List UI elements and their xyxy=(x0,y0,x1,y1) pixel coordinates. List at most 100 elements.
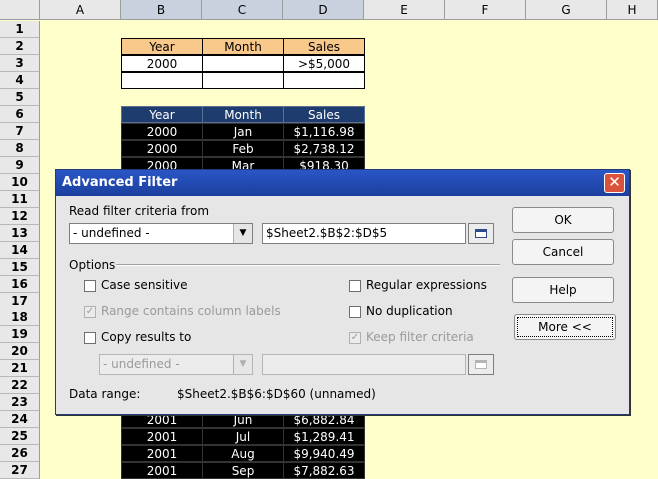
cell-b2[interactable]: Year xyxy=(121,37,203,55)
cell-c6[interactable]: Month xyxy=(202,105,284,123)
row-header-18[interactable]: 18 xyxy=(0,309,40,327)
column-header-d[interactable]: D xyxy=(283,0,364,20)
cell-d4[interactable] xyxy=(283,71,365,89)
data-range-label: Data range: xyxy=(69,387,141,401)
cell-c7[interactable]: Jan xyxy=(202,122,284,140)
chevron-down-icon[interactable]: ▼ xyxy=(233,224,252,243)
dialog-title: Advanced Filter xyxy=(62,175,178,190)
row-header-23[interactable]: 23 xyxy=(0,394,40,412)
keep-criteria-checkbox[interactable]: ✓ xyxy=(349,332,361,344)
copy-target-combo[interactable]: - undefined - ▼ xyxy=(99,354,253,375)
row-header-22[interactable]: 22 xyxy=(0,377,40,395)
column-header-g[interactable]: G xyxy=(526,0,607,20)
keep-criteria-label: Keep filter criteria xyxy=(366,330,474,344)
row-header-11[interactable]: 11 xyxy=(0,190,40,208)
row-header-19[interactable]: 19 xyxy=(0,326,40,344)
cell-d7[interactable]: $1,116.98 xyxy=(283,122,365,140)
cell-d25[interactable]: $1,289.41 xyxy=(283,428,365,446)
regular-expressions-label: Regular expressions xyxy=(366,278,487,292)
row-header-2[interactable]: 2 xyxy=(0,37,40,55)
help-button[interactable]: Help xyxy=(512,277,614,303)
row-header-20[interactable]: 20 xyxy=(0,343,40,361)
ok-button[interactable]: OK xyxy=(512,207,614,233)
shrink-icon xyxy=(475,360,487,369)
cell-b26[interactable]: 2001 xyxy=(121,445,203,463)
data-range-value: $Sheet2.$B$6:$D$60 (unnamed) xyxy=(177,387,376,401)
shrink-source-button[interactable] xyxy=(468,223,494,244)
source-range-input[interactable]: $Sheet2.$B$2:$D$5 xyxy=(262,223,466,244)
row-header-6[interactable]: 6 xyxy=(0,105,40,123)
cancel-button[interactable]: Cancel xyxy=(512,239,614,265)
column-header-a[interactable]: A xyxy=(40,0,121,20)
no-duplication-label: No duplication xyxy=(366,304,453,318)
row-header-14[interactable]: 14 xyxy=(0,241,40,259)
row-header-13[interactable]: 13 xyxy=(0,224,40,242)
chevron-down-icon[interactable]: ▼ xyxy=(233,355,252,374)
cell-d6[interactable]: Sales xyxy=(283,105,365,123)
cell-d8[interactable]: $2,738.12 xyxy=(283,139,365,157)
source-combo[interactable]: - undefined - ▼ xyxy=(69,223,253,244)
row-header-7[interactable]: 7 xyxy=(0,122,40,140)
cell-b6[interactable]: Year xyxy=(121,105,203,123)
row-header-4[interactable]: 4 xyxy=(0,71,40,89)
row-header-9[interactable]: 9 xyxy=(0,156,40,174)
advanced-filter-dialog: Advanced Filter ✕ Read filter criteria f… xyxy=(55,169,630,415)
case-sensitive-label: Case sensitive xyxy=(101,278,188,292)
cell-b3[interactable]: 2000 xyxy=(121,54,203,72)
cell-b27[interactable]: 2001 xyxy=(121,462,203,479)
range-labels-label: Range contains column labels xyxy=(101,304,281,318)
copy-range-input[interactable] xyxy=(262,354,466,375)
cell-d26[interactable]: $9,940.49 xyxy=(283,445,365,463)
column-header-f[interactable]: F xyxy=(445,0,526,20)
more-button[interactable]: More << xyxy=(514,314,616,340)
cell-b7[interactable]: 2000 xyxy=(121,122,203,140)
row-header-3[interactable]: 3 xyxy=(0,54,40,72)
row-header-8[interactable]: 8 xyxy=(0,139,40,157)
read-from-label: Read filter criteria from xyxy=(69,204,210,218)
case-sensitive-checkbox[interactable] xyxy=(84,280,96,292)
row-header-15[interactable]: 15 xyxy=(0,258,40,276)
row-header-27[interactable]: 27 xyxy=(0,462,40,479)
copy-results-label: Copy results to xyxy=(101,330,192,344)
cell-c3[interactable] xyxy=(202,54,284,72)
cell-c4[interactable] xyxy=(202,71,284,89)
column-header-b[interactable]: B xyxy=(121,0,202,20)
cell-d2[interactable]: Sales xyxy=(283,37,365,55)
cell-c25[interactable]: Jul xyxy=(202,428,284,446)
cell-c26[interactable]: Aug xyxy=(202,445,284,463)
copy-results-checkbox[interactable] xyxy=(84,332,96,344)
column-header-e[interactable]: E xyxy=(364,0,445,20)
options-separator xyxy=(116,264,500,266)
column-header-h[interactable]: H xyxy=(607,0,658,20)
cell-c27[interactable]: Sep xyxy=(202,462,284,479)
row-header-16[interactable]: 16 xyxy=(0,275,40,293)
cell-c8[interactable]: Feb xyxy=(202,139,284,157)
row-header-10[interactable]: 10 xyxy=(0,173,40,191)
range-labels-checkbox[interactable]: ✓ xyxy=(84,306,96,318)
cell-b8[interactable]: 2000 xyxy=(121,139,203,157)
row-header-1[interactable]: 1 xyxy=(0,21,40,38)
cell-d3[interactable]: >$5,000 xyxy=(283,54,365,72)
column-header-c[interactable]: C xyxy=(202,0,283,20)
row-header-21[interactable]: 21 xyxy=(0,360,40,378)
source-combo-value: - undefined - xyxy=(73,226,150,240)
cell-b4[interactable] xyxy=(121,71,203,89)
options-label: Options xyxy=(69,258,116,272)
row-header-17[interactable]: 17 xyxy=(0,292,40,310)
copy-combo-value: - undefined - xyxy=(103,357,180,371)
no-duplication-checkbox[interactable] xyxy=(349,306,361,318)
select-all-corner[interactable] xyxy=(0,0,40,20)
regular-expressions-checkbox[interactable] xyxy=(349,280,361,292)
row-header-5[interactable]: 5 xyxy=(0,88,40,106)
row-header-12[interactable]: 12 xyxy=(0,207,40,225)
row-header-24[interactable]: 24 xyxy=(0,411,40,429)
dialog-titlebar[interactable]: Advanced Filter xyxy=(56,170,629,196)
shrink-icon xyxy=(475,229,487,238)
cell-c2[interactable]: Month xyxy=(202,37,284,55)
cell-d27[interactable]: $7,882.63 xyxy=(283,462,365,479)
close-icon[interactable]: ✕ xyxy=(604,173,625,193)
row-header-26[interactable]: 26 xyxy=(0,445,40,463)
shrink-copy-button[interactable] xyxy=(468,354,494,375)
row-header-25[interactable]: 25 xyxy=(0,428,40,446)
cell-b25[interactable]: 2001 xyxy=(121,428,203,446)
